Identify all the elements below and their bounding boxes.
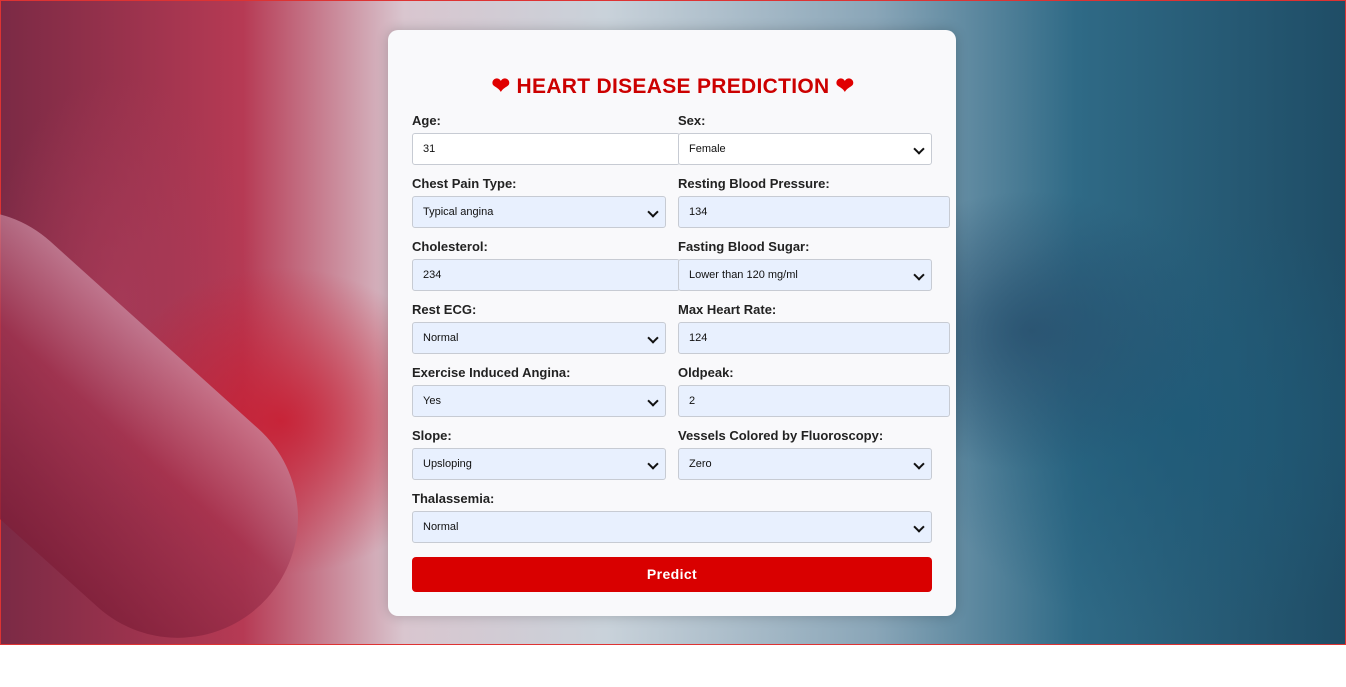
exercise-angina-select[interactable]: Yes xyxy=(412,385,666,417)
resting-bp-label: Resting Blood Pressure: xyxy=(678,176,830,191)
page-title-text: HEART DISEASE PREDICTION xyxy=(516,75,830,98)
cholesterol-input[interactable]: 234 xyxy=(412,259,680,291)
sex-value: Female xyxy=(689,143,726,155)
vessels-value: Zero xyxy=(689,458,712,470)
resting-bp-input[interactable]: 134 xyxy=(678,196,950,228)
fasting-bs-field: Fasting Blood Sugar: Lower than 120 mg/m… xyxy=(678,239,932,291)
thalassemia-label: Thalassemia: xyxy=(412,491,495,506)
chest-pain-field: Chest Pain Type: Typical angina xyxy=(412,176,666,228)
predict-button[interactable]: Predict xyxy=(412,557,932,592)
age-input[interactable]: 31 xyxy=(412,133,680,165)
rest-ecg-label: Rest ECG: xyxy=(412,302,477,317)
fasting-bs-value: Lower than 120 mg/ml xyxy=(689,269,798,281)
rest-ecg-select[interactable]: Normal xyxy=(412,322,666,354)
cholesterol-label: Cholesterol: xyxy=(412,239,488,254)
oldpeak-label: Oldpeak: xyxy=(678,365,734,380)
vessels-field: Vessels Colored by Fluoroscopy: Zero xyxy=(678,428,932,480)
cholesterol-field: Cholesterol: 234 xyxy=(412,239,680,291)
max-hr-label: Max Heart Rate: xyxy=(678,302,777,317)
thalassemia-select[interactable]: Normal xyxy=(412,511,932,543)
vessels-label: Vessels Colored by Fluoroscopy: xyxy=(678,428,884,443)
chest-pain-value: Typical angina xyxy=(423,206,494,218)
thalassemia-field: Thalassemia: Normal xyxy=(412,491,932,543)
age-label: Age: xyxy=(412,113,441,128)
sex-select[interactable]: Female xyxy=(678,133,932,165)
exercise-angina-label: Exercise Induced Angina: xyxy=(412,365,571,380)
sex-label: Sex: xyxy=(678,113,706,128)
resting-bp-field: Resting Blood Pressure: 134 xyxy=(678,176,950,228)
vessels-select[interactable]: Zero xyxy=(678,448,932,480)
max-hr-input[interactable]: 124 xyxy=(678,322,950,354)
max-hr-field: Max Heart Rate: 124 xyxy=(678,302,950,354)
oldpeak-field: Oldpeak: 2 xyxy=(678,365,950,417)
oldpeak-input[interactable]: 2 xyxy=(678,385,950,417)
chest-pain-select[interactable]: Typical angina xyxy=(412,196,666,228)
fasting-bs-label: Fasting Blood Sugar: xyxy=(678,239,810,254)
slope-label: Slope: xyxy=(412,428,452,443)
exercise-angina-field: Exercise Induced Angina: Yes xyxy=(412,365,666,417)
exercise-angina-value: Yes xyxy=(423,395,441,407)
fasting-bs-select[interactable]: Lower than 120 mg/ml xyxy=(678,259,932,291)
heart-icon: ❤ xyxy=(835,73,855,98)
age-field: Age: 31 xyxy=(412,113,680,165)
heart-icon: ❤ xyxy=(491,73,511,98)
rest-ecg-value: Normal xyxy=(423,332,459,344)
chest-pain-label: Chest Pain Type: xyxy=(412,176,517,191)
slope-value: Upsloping xyxy=(423,458,472,470)
thalassemia-value: Normal xyxy=(423,521,459,533)
rest-ecg-field: Rest ECG: Normal xyxy=(412,302,666,354)
sex-field: Sex: Female xyxy=(678,113,932,165)
slope-field: Slope: Upsloping xyxy=(412,428,666,480)
page-title: ❤ HEART DISEASE PREDICTION ❤ xyxy=(1,73,1345,99)
slope-select[interactable]: Upsloping xyxy=(412,448,666,480)
